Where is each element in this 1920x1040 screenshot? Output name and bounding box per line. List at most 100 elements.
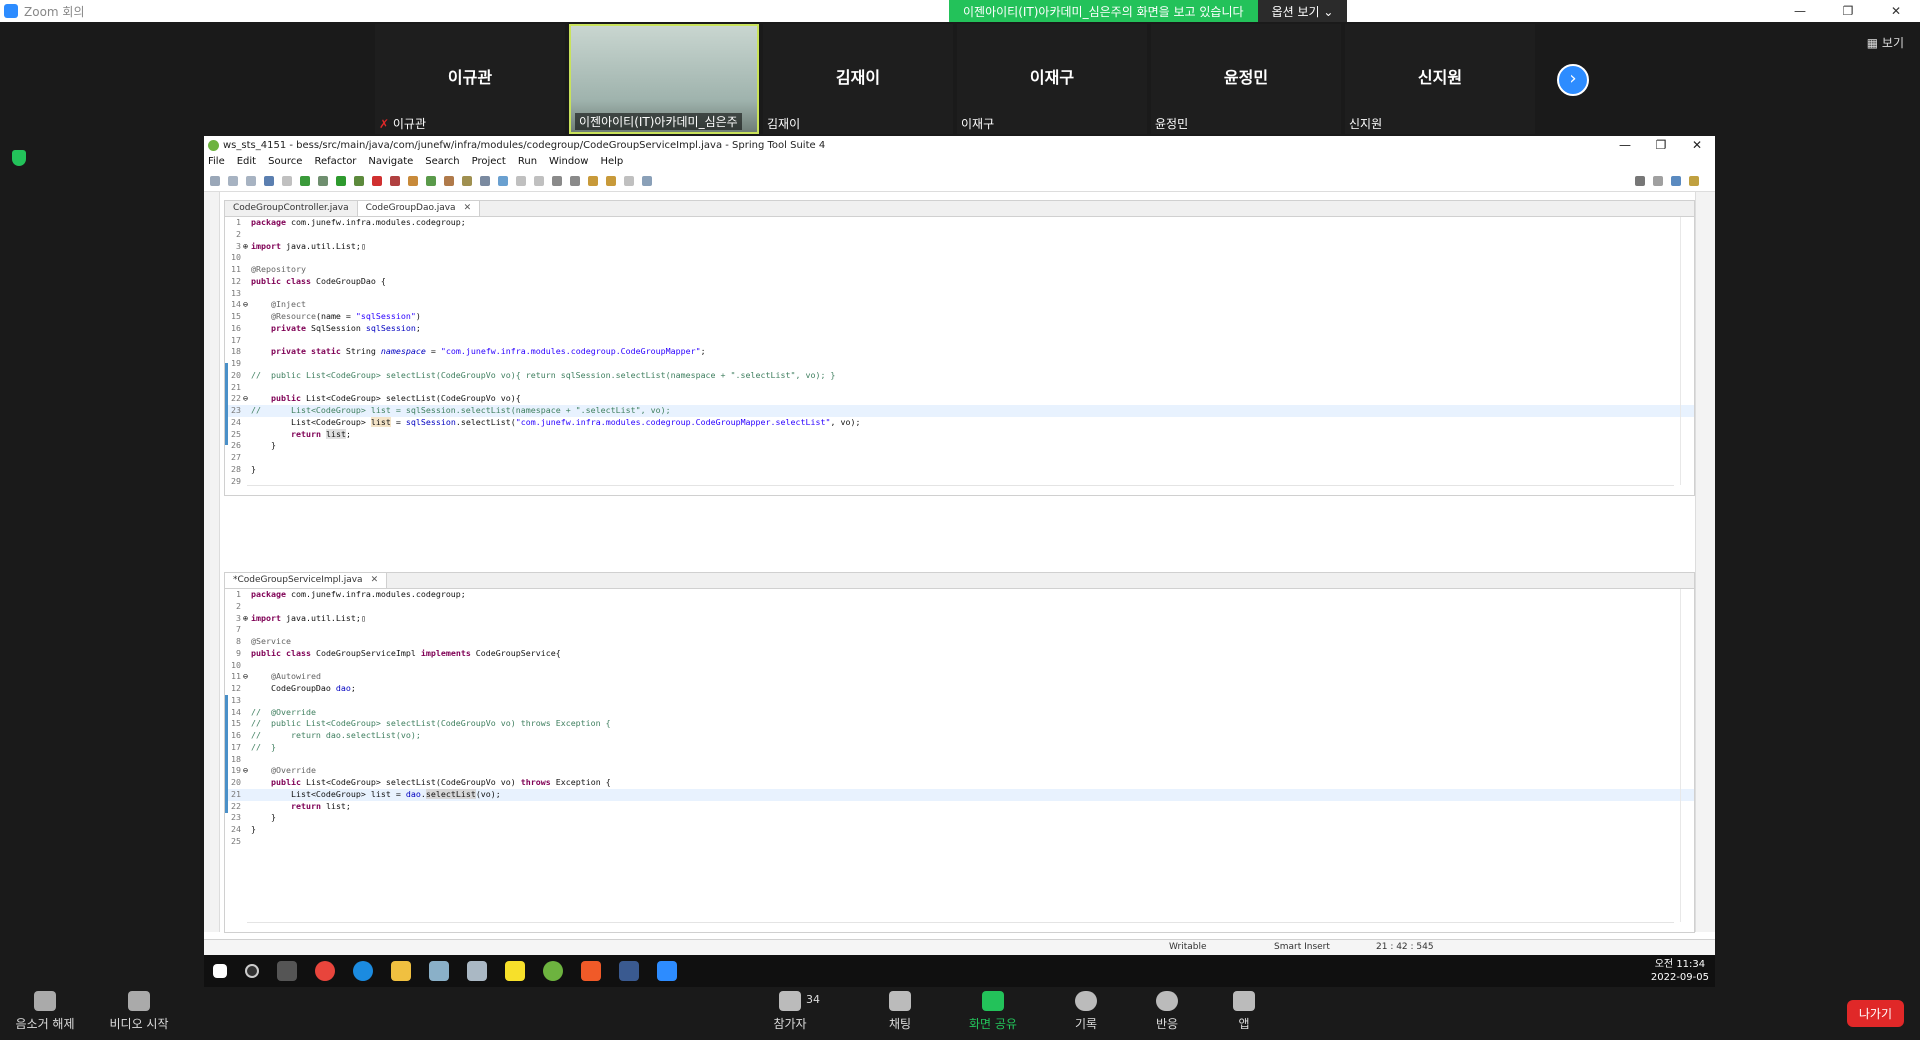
- reactions-button[interactable]: 반응: [1151, 991, 1183, 1032]
- prev-annotation-icon[interactable]: [570, 175, 580, 186]
- save-icon[interactable]: [228, 175, 238, 186]
- restore-icon[interactable]: ❐: [1643, 138, 1679, 152]
- code-area[interactable]: 1 package com.junefw.infra.modules.codegr…: [225, 589, 1694, 848]
- tab-codegroupdao[interactable]: CodeGroupDao.java ✕: [357, 201, 481, 216]
- menu-run[interactable]: Run: [518, 154, 537, 170]
- restore-icon[interactable]: ❐: [1824, 0, 1872, 22]
- unmute-button[interactable]: 음소거 해제: [12, 991, 78, 1032]
- menu-refactor[interactable]: Refactor: [314, 154, 356, 170]
- brave-icon[interactable]: [581, 961, 601, 981]
- new-icon[interactable]: [210, 175, 220, 186]
- open-perspective-icon[interactable]: [1653, 175, 1663, 186]
- debug-icon[interactable]: [318, 175, 328, 186]
- minimize-icon[interactable]: —: [1607, 138, 1643, 152]
- participant-tile-video[interactable]: 이젠아이티(IT)아카데미_심은주: [569, 24, 759, 134]
- annotation-icon[interactable]: [480, 175, 490, 186]
- horizontal-scrollbar[interactable]: [247, 922, 1674, 932]
- boot-dashboard-icon[interactable]: [300, 175, 310, 186]
- show-whitespace-icon[interactable]: [534, 175, 544, 186]
- menu-file[interactable]: File: [208, 154, 225, 170]
- participant-big-name: 김재이: [835, 68, 881, 87]
- menu-source[interactable]: Source: [268, 154, 302, 170]
- record-icon: [1075, 991, 1097, 1011]
- menu-help[interactable]: Help: [600, 154, 623, 170]
- security-shield-icon[interactable]: [12, 150, 26, 166]
- stop-icon[interactable]: [372, 175, 382, 186]
- pin-editor-icon[interactable]: [642, 175, 652, 186]
- search-icon[interactable]: [245, 964, 259, 978]
- menu-navigate[interactable]: Navigate: [368, 154, 413, 170]
- vertical-scrollbar[interactable]: [1680, 217, 1694, 485]
- sts-taskbar-icon[interactable]: [543, 961, 563, 981]
- menu-edit[interactable]: Edit: [237, 154, 256, 170]
- participant-tile[interactable]: 신지원 신지원: [1345, 24, 1535, 134]
- horizontal-scrollbar[interactable]: [247, 485, 1674, 495]
- new-class-icon[interactable]: [426, 175, 436, 186]
- participant-tile[interactable]: 이규관 ✗ 이규관: [375, 24, 565, 134]
- search-tool-icon[interactable]: [462, 175, 472, 186]
- apps-button[interactable]: 앱: [1232, 991, 1256, 1032]
- zoom-window-controls: — ❐ ✕: [1776, 0, 1920, 22]
- code-area[interactable]: 1 package com.junefw.infra.modules.codegr…: [225, 217, 1694, 487]
- menu-search[interactable]: Search: [425, 154, 459, 170]
- task-view-icon[interactable]: [277, 961, 297, 981]
- next-annotation-icon[interactable]: [552, 175, 562, 186]
- run-icon[interactable]: [336, 175, 346, 186]
- windows-start-icon[interactable]: [213, 964, 227, 978]
- menu-window[interactable]: Window: [549, 154, 588, 170]
- close-icon[interactable]: ✕: [1872, 0, 1920, 22]
- notepad-icon[interactable]: [429, 961, 449, 981]
- share-banner: 이젠아이티(IT)아카데미_심은주의 화면을 보고 있습니다 옵션 보기 ⌄: [949, 0, 1348, 22]
- leave-button[interactable]: 나가기: [1846, 1000, 1904, 1027]
- edge-icon[interactable]: [353, 961, 373, 981]
- start-video-button[interactable]: 비디오 시작: [104, 991, 174, 1032]
- taskbar-clock[interactable]: 오전 11:34 2022-09-05: [1651, 958, 1715, 984]
- paint-icon[interactable]: [467, 961, 487, 981]
- record-button[interactable]: 기록: [1070, 991, 1102, 1032]
- menu-project[interactable]: Project: [472, 154, 506, 170]
- right-trim-bar: [1695, 192, 1715, 932]
- block-select-icon[interactable]: [516, 175, 526, 186]
- coverage-icon[interactable]: [354, 175, 364, 186]
- vscode-icon[interactable]: [619, 961, 639, 981]
- back-icon[interactable]: [606, 175, 616, 186]
- chat-button[interactable]: 채팅: [884, 991, 916, 1032]
- tab-codegroupcontroller[interactable]: CodeGroupController.java: [225, 201, 358, 216]
- mark-occurrences-icon[interactable]: [498, 175, 508, 186]
- participant-tile[interactable]: 이재구 이재구: [957, 24, 1147, 134]
- participant-name: 신지원: [1349, 117, 1383, 131]
- terminal-icon[interactable]: [264, 175, 274, 186]
- close-tab-icon[interactable]: ✕: [371, 575, 379, 585]
- last-edit-icon[interactable]: [588, 175, 598, 186]
- view-options-button[interactable]: 옵션 보기 ⌄: [1257, 0, 1348, 22]
- zoom-taskbar-icon[interactable]: [657, 961, 677, 981]
- share-screen-icon: [982, 991, 1004, 1011]
- next-page-arrow-icon[interactable]: ›: [1557, 64, 1589, 96]
- file-explorer-icon[interactable]: [391, 961, 411, 981]
- debug-perspective-icon[interactable]: [1689, 175, 1699, 186]
- vertical-scrollbar[interactable]: [1680, 589, 1694, 922]
- external-tools-icon[interactable]: [390, 175, 400, 186]
- close-icon[interactable]: ✕: [1679, 138, 1715, 152]
- forward-icon[interactable]: [624, 175, 634, 186]
- save-all-icon[interactable]: [246, 175, 256, 186]
- chrome-icon[interactable]: [315, 961, 335, 981]
- participant-name: 윤정민: [1155, 117, 1189, 131]
- java-perspective-icon[interactable]: [1671, 175, 1681, 186]
- view-button[interactable]: ▦ 보기: [1867, 34, 1904, 51]
- view-options-label: 옵션 보기: [1271, 5, 1320, 19]
- status-bar: Writable Smart Insert 21 : 42 : 545: [204, 939, 1715, 955]
- editor-serviceimpl: *CodeGroupServiceImpl.java ✕ 1 package com…: [224, 572, 1695, 933]
- new-package-icon[interactable]: [408, 175, 418, 186]
- participants-icon: [779, 991, 801, 1011]
- participant-tile[interactable]: 윤정민 윤정민: [1151, 24, 1341, 134]
- participant-tile[interactable]: 김재이 김재이: [763, 24, 953, 134]
- search-icon[interactable]: [1635, 175, 1645, 186]
- minimize-icon[interactable]: —: [1776, 0, 1824, 22]
- skip-breakpoints-icon[interactable]: [282, 175, 292, 186]
- tab-codegroupserviceimpl[interactable]: *CodeGroupServiceImpl.java ✕: [225, 573, 388, 588]
- kakaotalk-icon[interactable]: [505, 961, 525, 981]
- close-tab-icon[interactable]: ✕: [464, 203, 472, 213]
- share-screen-button[interactable]: 화면 공유: [965, 991, 1021, 1032]
- open-type-icon[interactable]: [444, 175, 454, 186]
